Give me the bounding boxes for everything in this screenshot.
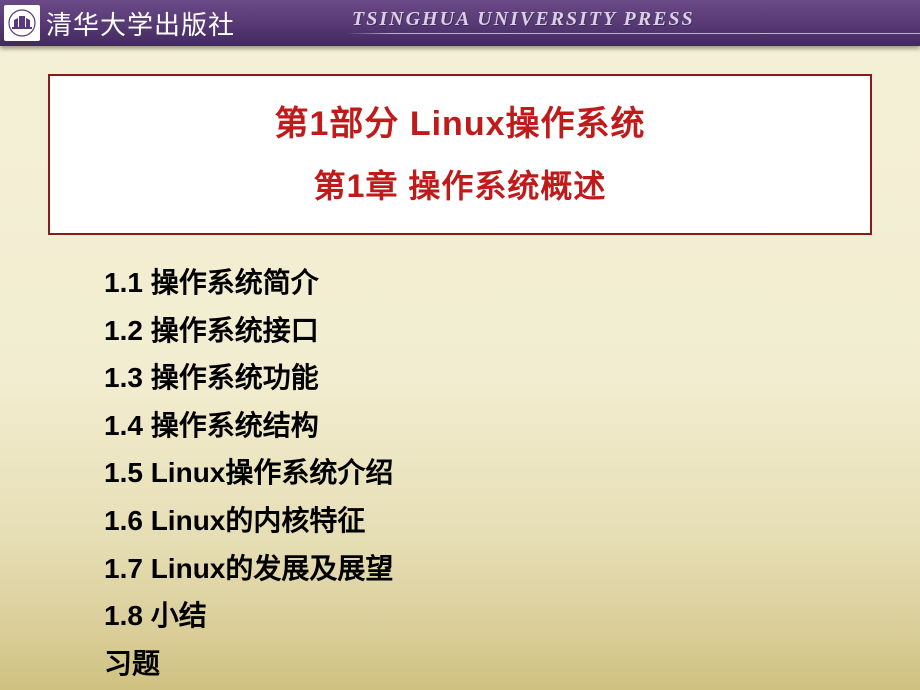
- publisher-logo-block: 清华大学出版社: [0, 5, 235, 42]
- toc-item: 1.1 操作系统简介: [104, 259, 920, 307]
- title-box: 第1部分 Linux操作系统 第1章 操作系统概述: [48, 74, 872, 235]
- part-title: 第1部分 Linux操作系统: [60, 96, 860, 145]
- toc-item: 1.4 操作系统结构: [104, 402, 920, 450]
- toc-item: 1.2 操作系统接口: [104, 307, 920, 355]
- toc-item: 1.5 Linux操作系统介绍: [104, 449, 920, 497]
- chapter-title: 第1章 操作系统概述: [60, 161, 860, 207]
- header-divider-line: [346, 33, 920, 34]
- header-bar: 清华大学出版社 TSINGHUA UNIVERSITY PRESS: [0, 0, 920, 46]
- toc-item: 1.6 Linux的内核特征: [104, 497, 920, 545]
- toc-item: 1.7 Linux的发展及展望: [104, 545, 920, 593]
- toc-item: 1.3 操作系统功能: [104, 354, 920, 402]
- publisher-name-cn: 清华大学出版社: [46, 5, 235, 42]
- toc-item: 1.8 小结: [104, 592, 920, 640]
- publisher-name-en: TSINGHUA UNIVERSITY PRESS: [352, 8, 695, 31]
- publisher-crest-icon: [4, 5, 40, 41]
- table-of-contents: 1.1 操作系统简介 1.2 操作系统接口 1.3 操作系统功能 1.4 操作系…: [104, 259, 920, 687]
- toc-item: 习题: [104, 640, 920, 688]
